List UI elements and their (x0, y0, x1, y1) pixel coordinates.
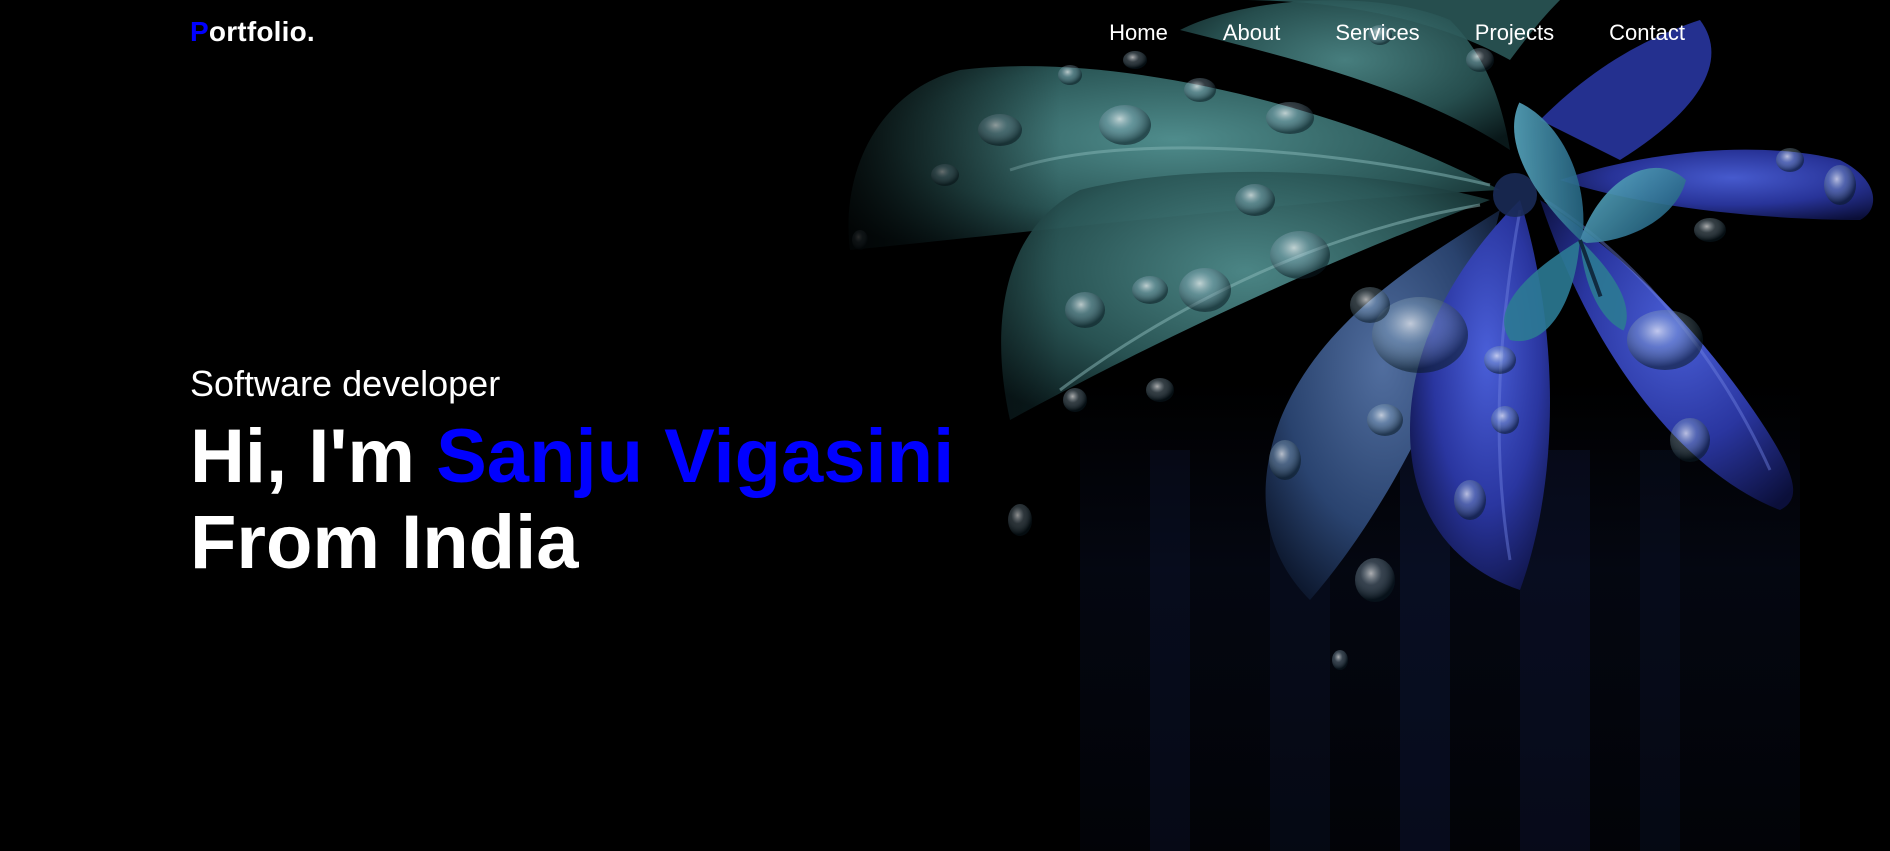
nav-link-services[interactable]: Services (1335, 20, 1419, 46)
nav-link-contact[interactable]: Contact (1609, 20, 1685, 46)
hero-location: From India (190, 500, 579, 585)
hero-subtitle: Software developer (190, 363, 501, 404)
hero-name: Sanju Vigasini (436, 414, 955, 499)
nav-link-about[interactable]: About (1223, 20, 1281, 46)
logo-link[interactable]: Portfolio. (190, 16, 315, 48)
main-nav: Home About Services Projects Contact (1109, 20, 1685, 46)
hero-section: Software developer Hi, I'm Sanju Vigasin… (190, 362, 954, 586)
hero-headline: Hi, I'm Sanju Vigasini From India (190, 414, 954, 586)
nav-link-home[interactable]: Home (1109, 20, 1168, 46)
hero-greeting: Hi, I'm (190, 414, 437, 499)
portfolio-page: Portfolio. Home About Services Projects … (0, 0, 1890, 851)
logo-text: ortfolio. (208, 16, 315, 47)
logo-first-letter: P (190, 16, 209, 47)
nav-link-projects[interactable]: Projects (1475, 20, 1554, 46)
